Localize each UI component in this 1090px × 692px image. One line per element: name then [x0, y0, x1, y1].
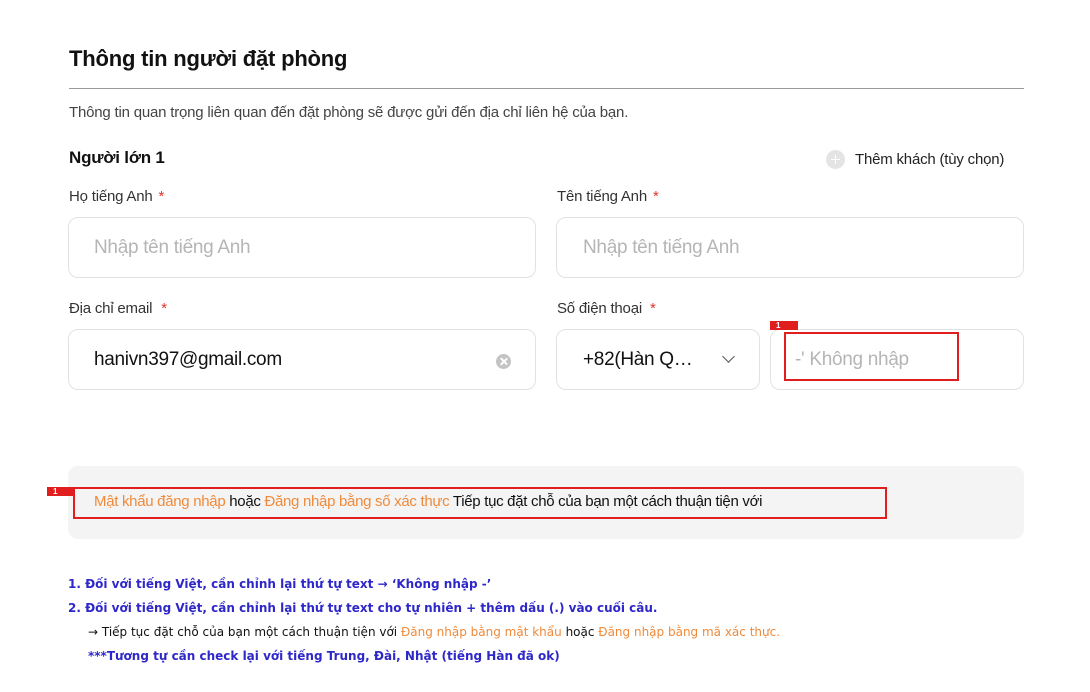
- last-name-input[interactable]: Nhập tên tiếng Anh: [68, 217, 536, 278]
- required-mark: *: [158, 188, 165, 205]
- annotation-tag: 1: [47, 487, 74, 496]
- review-note-2: 2. Đối với tiếng Việt, cần chỉnh lại thứ…: [68, 601, 658, 615]
- banner-or: hoặc: [225, 493, 265, 510]
- email-input[interactable]: hanivn397@gmail.com: [68, 329, 536, 390]
- first-name-label: Tên tiếng Anh *: [557, 188, 659, 205]
- annotation-box-phone: [784, 332, 959, 381]
- first-name-placeholder: Nhập tên tiếng Anh: [583, 236, 740, 258]
- last-name-placeholder: Nhập tên tiếng Anh: [94, 236, 251, 258]
- required-mark: *: [649, 300, 656, 317]
- plus-icon: [826, 149, 845, 169]
- adult-heading: Người lớn 1: [69, 148, 165, 167]
- page-subtitle: Thông tin quan trọng liên quan đến đặt p…: [69, 104, 629, 121]
- last-name-label: Họ tiếng Anh *: [69, 188, 165, 205]
- email-label: Địa chỉ email *: [69, 300, 167, 317]
- password-login-link[interactable]: Mật khẩu đăng nhập: [94, 493, 226, 510]
- add-guest-label: Thêm khách (tùy chọn): [855, 150, 1005, 168]
- email-value: hanivn397@gmail.com: [94, 348, 282, 370]
- first-name-input[interactable]: Nhập tên tiếng Anh: [556, 217, 1024, 278]
- title-divider: [69, 88, 1024, 89]
- annotation-tag: 1: [770, 321, 798, 330]
- banner-text: Mật khẩu đăng nhập hoặc Đăng nhập bằng s…: [94, 493, 762, 510]
- verification-login-link[interactable]: Đăng nhập bằng số xác thực: [264, 493, 449, 510]
- clear-icon[interactable]: [496, 354, 511, 369]
- required-mark: *: [161, 300, 167, 317]
- review-note-4: ***Tương tự cần check lại với tiếng Trun…: [88, 649, 560, 663]
- phone-label: Số điện thoại *: [557, 300, 656, 317]
- review-note-3: → Tiếp tục đặt chỗ của bạn một cách thuậ…: [88, 625, 781, 639]
- banner-continue-text: Tiếp tục đặt chỗ của bạn một cách thuận …: [449, 493, 763, 510]
- add-guest-button[interactable]: Thêm khách (tùy chọn): [826, 149, 1004, 169]
- country-code-value: +82(Hàn Q…: [583, 348, 693, 370]
- page-title: Thông tin người đặt phòng: [69, 46, 348, 71]
- chevron-down-icon: [722, 350, 735, 363]
- review-note-1: 1. Đối với tiếng Việt, cần chỉnh lại thứ…: [68, 577, 492, 591]
- country-code-select[interactable]: +82(Hàn Q…: [556, 329, 760, 390]
- required-mark: *: [652, 188, 659, 205]
